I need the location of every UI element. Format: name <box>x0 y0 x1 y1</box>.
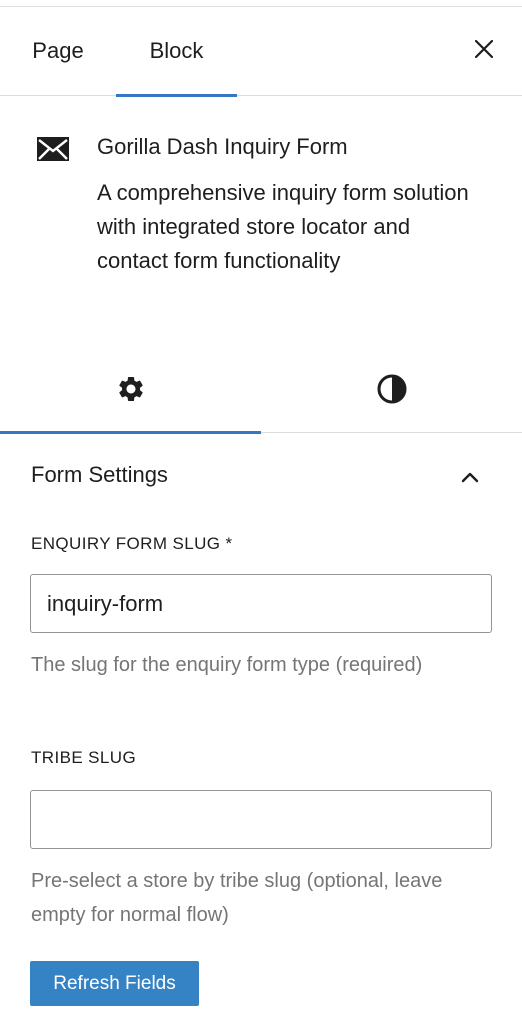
chevron-up-icon <box>461 472 479 483</box>
block-title: Gorilla Dash Inquiry Form <box>97 134 348 159</box>
tab-settings[interactable] <box>0 346 261 434</box>
tribe-slug-label: TRIBE SLUG <box>31 748 137 767</box>
envelope-icon <box>37 137 69 161</box>
block-inspector-panel: Page Block Gorilla Dash Inquiry Form A c… <box>0 0 522 1024</box>
tab-block[interactable]: Block <box>116 7 237 97</box>
close-button[interactable] <box>464 29 504 69</box>
tribe-slug-help: Pre-select a store by tribe slug (option… <box>31 870 443 926</box>
tribe-slug-input[interactable] <box>30 790 492 849</box>
active-inspector-tab-indicator <box>0 431 261 434</box>
tab-styles[interactable] <box>261 346 522 432</box>
enquiry-slug-label: ENQUIRY FORM SLUG * <box>31 534 233 553</box>
tab-page-label: Page <box>32 38 84 63</box>
tab-block-label: Block <box>149 38 204 63</box>
block-card: Gorilla Dash Inquiry Form A comprehensiv… <box>0 96 522 336</box>
form-settings-title: Form Settings <box>31 462 168 487</box>
contrast-icon <box>377 374 406 404</box>
sidebar-header: Page Block <box>0 7 522 97</box>
close-icon <box>474 39 494 59</box>
gear-icon <box>118 377 143 401</box>
form-settings-toggle[interactable]: Form Settings <box>0 448 522 508</box>
refresh-fields-button[interactable]: Refresh Fields <box>30 961 199 1006</box>
tab-page[interactable]: Page <box>14 7 102 95</box>
inspector-tabs <box>0 346 522 434</box>
enquiry-slug-input[interactable] <box>30 574 492 633</box>
enquiry-slug-help: The slug for the enquiry form type (requ… <box>31 654 423 676</box>
block-description: A comprehensive inquiry form solution wi… <box>97 180 469 273</box>
